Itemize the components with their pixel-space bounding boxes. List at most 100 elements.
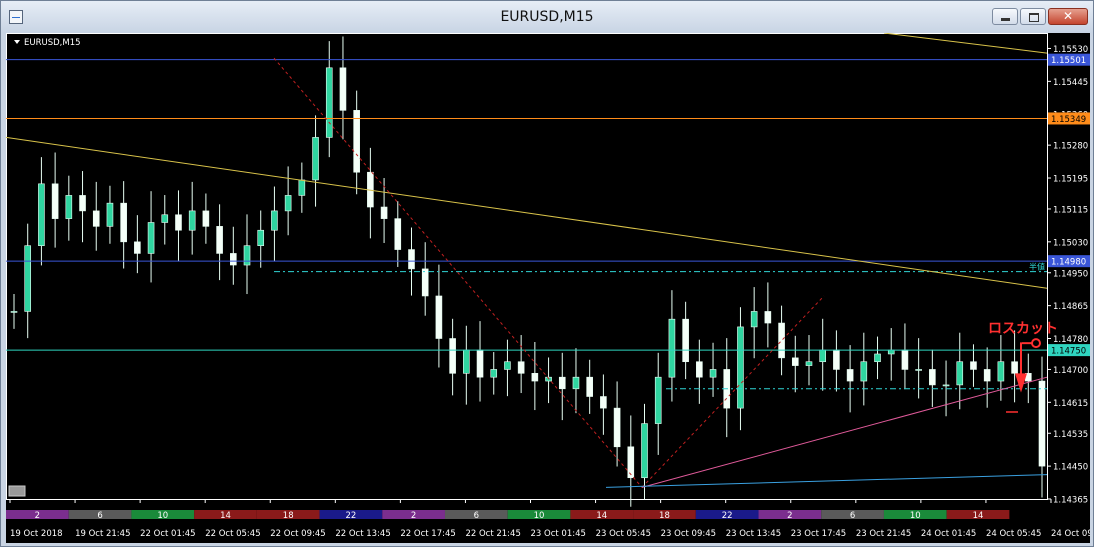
candle-body bbox=[312, 137, 319, 181]
session-bar-label: 14 bbox=[973, 511, 984, 521]
x-tick-label: 22 Oct 13:45 bbox=[335, 529, 390, 539]
trendline-top bbox=[883, 32, 1048, 54]
session-bar-label: 10 bbox=[157, 511, 168, 521]
candle-body bbox=[572, 376, 580, 390]
x-tick-label: 23 Oct 09:45 bbox=[661, 529, 716, 539]
candle-body bbox=[517, 361, 525, 374]
candle-body bbox=[24, 245, 32, 312]
candle-body bbox=[997, 361, 1005, 382]
y-tick-label: 1.14615 bbox=[1053, 399, 1088, 409]
candle-body bbox=[600, 396, 607, 409]
candle-body bbox=[325, 67, 333, 138]
candle-body bbox=[339, 67, 347, 111]
candle-body bbox=[750, 311, 758, 328]
candle-body bbox=[120, 202, 127, 243]
session-bar-label: 14 bbox=[596, 511, 607, 521]
candle-body bbox=[216, 226, 223, 254]
minimize-button[interactable] bbox=[992, 8, 1018, 25]
candle-body bbox=[654, 376, 662, 424]
close-button[interactable] bbox=[1048, 8, 1088, 25]
x-tick-label: 23 Oct 21:45 bbox=[856, 529, 911, 539]
chart-canvas[interactable]: EURUSD,M151.155301.154451.153601.152801.… bbox=[5, 32, 1094, 543]
candle-body bbox=[380, 206, 388, 219]
candle-body bbox=[737, 326, 744, 409]
candle-body bbox=[435, 295, 443, 339]
candle-body bbox=[613, 407, 621, 448]
candle-body bbox=[161, 214, 169, 223]
candle-body bbox=[833, 349, 840, 370]
candle-body bbox=[230, 253, 237, 266]
candle-body bbox=[791, 357, 799, 366]
candle-body bbox=[38, 183, 45, 246]
y-tick-label: 1.15195 bbox=[1053, 175, 1088, 185]
candle-body bbox=[188, 210, 196, 231]
candle-body bbox=[79, 195, 86, 212]
candle-body bbox=[696, 361, 703, 378]
session-bar-label: 10 bbox=[910, 511, 921, 521]
candle-body bbox=[586, 376, 593, 397]
y-tick-label: 1.15115 bbox=[1053, 205, 1088, 215]
candle-body bbox=[202, 210, 210, 227]
candle-body bbox=[92, 210, 100, 227]
session-bar-label: 22 bbox=[722, 511, 733, 521]
candle-body bbox=[558, 376, 566, 390]
candle-body bbox=[860, 361, 868, 382]
x-tick-label: 23 Oct 13:45 bbox=[726, 529, 781, 539]
title-bar[interactable]: EURUSD,M15 bbox=[1, 1, 1093, 33]
x-tick-label: 23 Oct 17:45 bbox=[791, 529, 846, 539]
candle-body bbox=[147, 222, 155, 254]
maximize-button[interactable] bbox=[1020, 8, 1046, 25]
candle-body bbox=[504, 361, 511, 370]
candle-body bbox=[243, 245, 251, 266]
price-tag-label: 1.15349 bbox=[1051, 115, 1086, 125]
y-tick-label: 1.14535 bbox=[1053, 430, 1088, 440]
losscut-label: ロスカット bbox=[988, 321, 1058, 337]
candle-body bbox=[490, 369, 498, 378]
candle-body bbox=[956, 361, 964, 386]
plot-frame bbox=[6, 33, 1048, 500]
session-bar-label: 10 bbox=[534, 511, 545, 521]
candle-body bbox=[668, 318, 676, 378]
candle-body bbox=[10, 311, 18, 313]
chart-window: EURUSD,M15 EURUSD,M15 1.15530 1.15445 1.153… bbox=[0, 0, 1094, 547]
candle-body bbox=[284, 195, 292, 212]
y-tick-label: 1.14865 bbox=[1053, 302, 1088, 312]
x-tick-label: 22 Oct 21:45 bbox=[465, 529, 520, 539]
session-bar-label: 6 bbox=[97, 511, 102, 521]
price-tag-label: 1.14980 bbox=[1051, 258, 1086, 268]
bottom-channel-line bbox=[605, 474, 1048, 488]
y-tick-label: 1.15530 bbox=[1053, 45, 1088, 55]
candle-body bbox=[449, 338, 456, 374]
x-tick-label: 22 Oct 05:45 bbox=[205, 529, 260, 539]
x-tick-label: 22 Oct 17:45 bbox=[400, 529, 455, 539]
y-tick-label: 1.15280 bbox=[1053, 142, 1088, 152]
x-tick-label: 22 Oct 09:45 bbox=[270, 529, 325, 539]
candle-body bbox=[531, 373, 539, 382]
support-trendline bbox=[641, 376, 1048, 488]
candle-body bbox=[846, 369, 854, 382]
candle-body bbox=[709, 369, 717, 378]
price-chart[interactable]: EURUSD,M151.155301.154451.153601.152801.… bbox=[5, 32, 1094, 543]
price-tag-label: 1.14750 bbox=[1051, 347, 1086, 357]
x-tick-label: 23 Oct 01:45 bbox=[531, 529, 586, 539]
candle-body bbox=[51, 183, 59, 219]
candle-body bbox=[983, 369, 991, 382]
candle-body bbox=[394, 218, 402, 250]
candle-body bbox=[175, 214, 182, 231]
session-bar-label: 6 bbox=[474, 511, 479, 521]
candle-body bbox=[970, 361, 977, 370]
symbol-label: EURUSD,M15 bbox=[24, 38, 81, 48]
session-bar-label: 14 bbox=[220, 511, 231, 521]
session-bar-label: 18 bbox=[283, 511, 294, 521]
symbol-menu-icon bbox=[14, 40, 20, 44]
dashed-level-label: 半値 bbox=[1029, 262, 1045, 272]
candle-body bbox=[627, 446, 635, 479]
candle-body bbox=[887, 349, 895, 355]
trendline-upper bbox=[5, 136, 1048, 289]
y-tick-label: 1.14700 bbox=[1053, 366, 1088, 376]
candle-body bbox=[929, 369, 936, 386]
candle-body bbox=[874, 353, 881, 363]
candle-body bbox=[408, 249, 415, 270]
x-tick-label: 23 Oct 05:45 bbox=[596, 529, 651, 539]
session-bar-label: 2 bbox=[411, 511, 416, 521]
